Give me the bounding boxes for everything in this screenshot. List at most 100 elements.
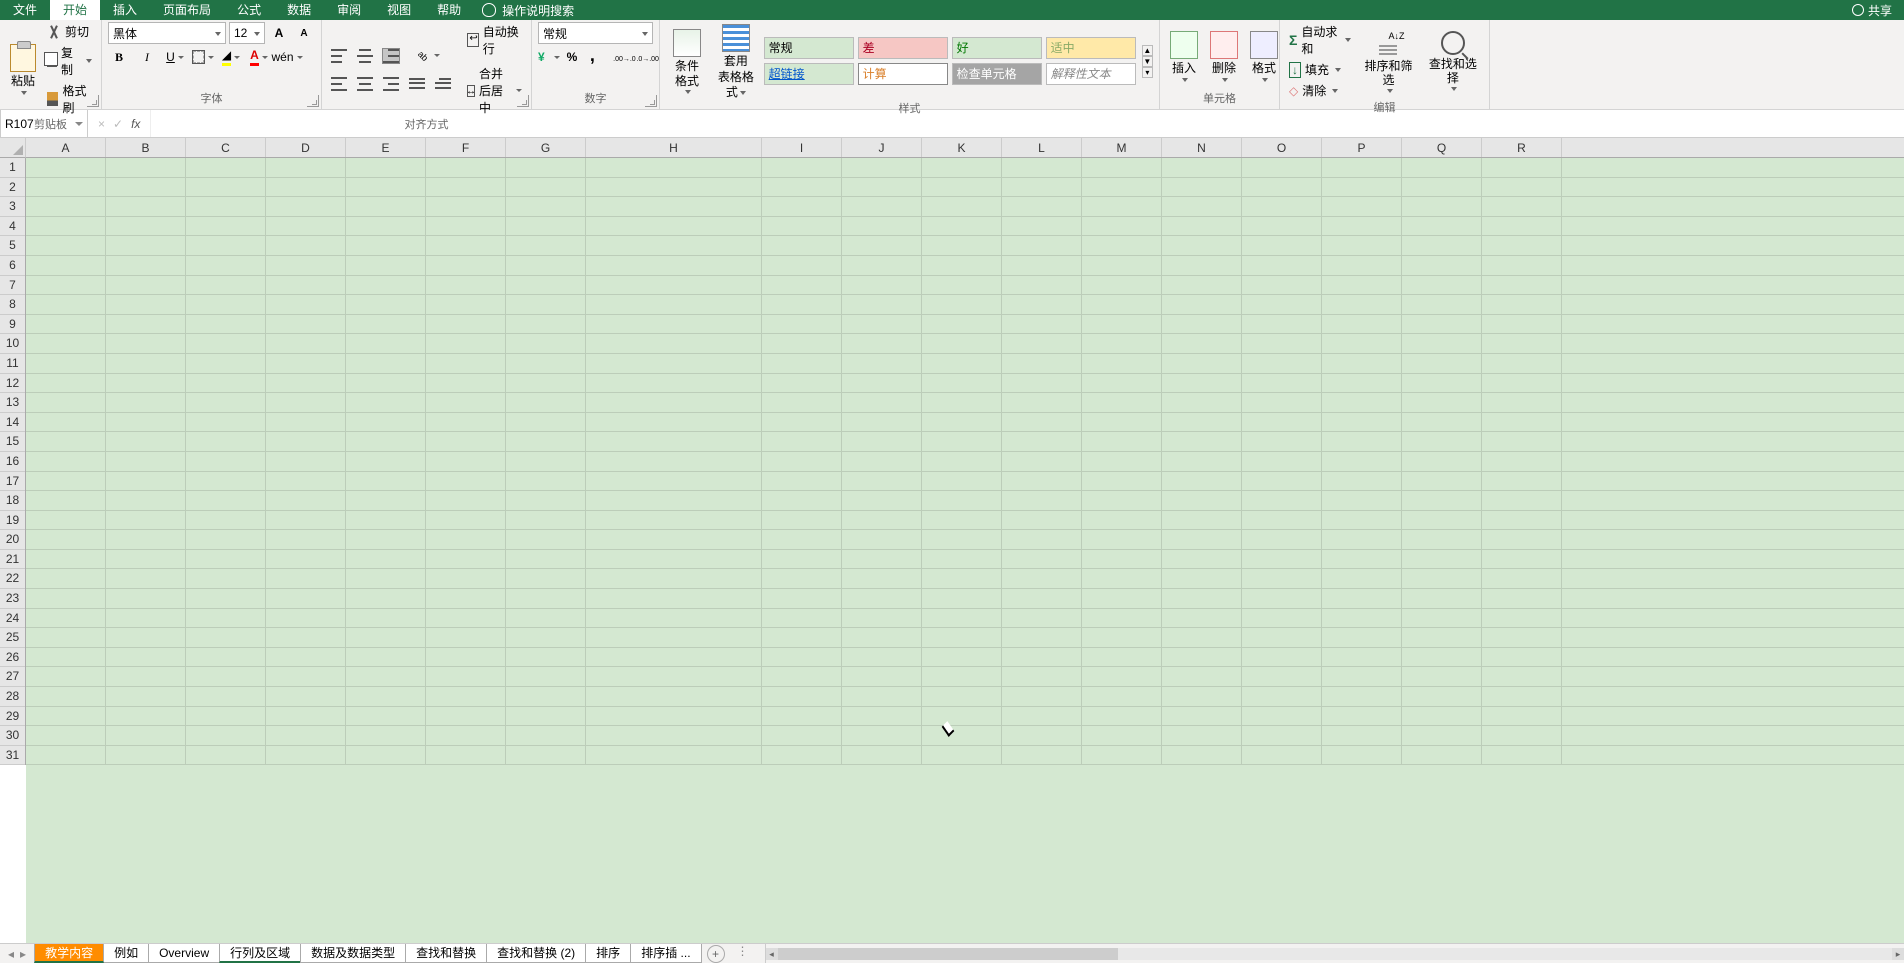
cell-B7[interactable]: [106, 276, 186, 295]
row-header-1[interactable]: 1: [0, 158, 25, 178]
cell-O3[interactable]: [1242, 197, 1322, 216]
tab-page-layout[interactable]: 页面布局: [150, 0, 224, 20]
cell-C5[interactable]: [186, 236, 266, 255]
cell-I1[interactable]: [762, 158, 842, 177]
cell-M29[interactable]: [1082, 707, 1162, 726]
row-header-26[interactable]: 26: [0, 648, 25, 668]
cell-J5[interactable]: [842, 236, 922, 255]
cell-O10[interactable]: [1242, 334, 1322, 353]
cell-B29[interactable]: [106, 707, 186, 726]
cell-H24[interactable]: [586, 609, 762, 628]
cell-K28[interactable]: [922, 687, 1002, 706]
cell-I9[interactable]: [762, 315, 842, 334]
cell-A20[interactable]: [26, 530, 106, 549]
cell-K11[interactable]: [922, 354, 1002, 373]
cell-K15[interactable]: [922, 432, 1002, 451]
cell-P13[interactable]: [1322, 393, 1402, 412]
cell-C27[interactable]: [186, 667, 266, 686]
cell-J21[interactable]: [842, 550, 922, 569]
cell-R23[interactable]: [1482, 589, 1562, 608]
cell-N11[interactable]: [1162, 354, 1242, 373]
cell-A28[interactable]: [26, 687, 106, 706]
cell-H27[interactable]: [586, 667, 762, 686]
cell-Q30[interactable]: [1402, 726, 1482, 745]
column-header-F[interactable]: F: [426, 138, 506, 157]
cell-J1[interactable]: [842, 158, 922, 177]
column-header-C[interactable]: C: [186, 138, 266, 157]
cell-C25[interactable]: [186, 628, 266, 647]
cell-Q11[interactable]: [1402, 354, 1482, 373]
cell-O21[interactable]: [1242, 550, 1322, 569]
cell-M5[interactable]: [1082, 236, 1162, 255]
cell-O15[interactable]: [1242, 432, 1322, 451]
cell-F7[interactable]: [426, 276, 506, 295]
cell-J4[interactable]: [842, 217, 922, 236]
cell-M11[interactable]: [1082, 354, 1162, 373]
cell-A3[interactable]: [26, 197, 106, 216]
cell-G5[interactable]: [506, 236, 586, 255]
cell-O28[interactable]: [1242, 687, 1322, 706]
cell-N30[interactable]: [1162, 726, 1242, 745]
cell-R31[interactable]: [1482, 746, 1562, 765]
cell-D27[interactable]: [266, 667, 346, 686]
cell-E23[interactable]: [346, 589, 426, 608]
cell-H3[interactable]: [586, 197, 762, 216]
tell-me-search[interactable]: 操作说明搜索: [482, 2, 574, 19]
cell-R4[interactable]: [1482, 217, 1562, 236]
cell-R3[interactable]: [1482, 197, 1562, 216]
cell-P5[interactable]: [1322, 236, 1402, 255]
cell-A4[interactable]: [26, 217, 106, 236]
cell-N22[interactable]: [1162, 569, 1242, 588]
cell-R13[interactable]: [1482, 393, 1562, 412]
cell-B26[interactable]: [106, 648, 186, 667]
cell-L24[interactable]: [1002, 609, 1082, 628]
cell-L19[interactable]: [1002, 511, 1082, 530]
cell-B9[interactable]: [106, 315, 186, 334]
cell-O13[interactable]: [1242, 393, 1322, 412]
cell-G2[interactable]: [506, 178, 586, 197]
cell-K26[interactable]: [922, 648, 1002, 667]
cell-M6[interactable]: [1082, 256, 1162, 275]
font-name-combo[interactable]: 黑体: [108, 22, 226, 44]
sheet-nav-prev[interactable]: ◂: [8, 947, 14, 961]
column-header-B[interactable]: B: [106, 138, 186, 157]
cell-O22[interactable]: [1242, 569, 1322, 588]
cell-L12[interactable]: [1002, 374, 1082, 393]
cell-M4[interactable]: [1082, 217, 1162, 236]
sheet-nav-next[interactable]: ▸: [20, 947, 26, 961]
align-center-button[interactable]: [354, 73, 376, 95]
cell-K1[interactable]: [922, 158, 1002, 177]
cell-O5[interactable]: [1242, 236, 1322, 255]
cell-O2[interactable]: [1242, 178, 1322, 197]
conditional-format-button[interactable]: 条件格式: [666, 27, 708, 96]
cell-G23[interactable]: [506, 589, 586, 608]
cell-O30[interactable]: [1242, 726, 1322, 745]
column-header-P[interactable]: P: [1322, 138, 1402, 157]
sheet-tab-4[interactable]: 数据及数据类型: [300, 944, 406, 963]
cell-E9[interactable]: [346, 315, 426, 334]
row-header-2[interactable]: 2: [0, 178, 25, 198]
cell-L2[interactable]: [1002, 178, 1082, 197]
row-header-31[interactable]: 31: [0, 746, 25, 766]
cell-D29[interactable]: [266, 707, 346, 726]
cell-H28[interactable]: [586, 687, 762, 706]
row-header-29[interactable]: 29: [0, 707, 25, 727]
paste-button[interactable]: 粘贴: [6, 42, 40, 96]
cell-G11[interactable]: [506, 354, 586, 373]
cell-C4[interactable]: [186, 217, 266, 236]
cell-K8[interactable]: [922, 295, 1002, 314]
cell-A10[interactable]: [26, 334, 106, 353]
cell-Q12[interactable]: [1402, 374, 1482, 393]
fill-button[interactable]: 填充: [1286, 60, 1354, 79]
cell-P27[interactable]: [1322, 667, 1402, 686]
cell-I19[interactable]: [762, 511, 842, 530]
column-header-Q[interactable]: Q: [1402, 138, 1482, 157]
cell-P4[interactable]: [1322, 217, 1402, 236]
cell-J2[interactable]: [842, 178, 922, 197]
cell-E20[interactable]: [346, 530, 426, 549]
cell-N13[interactable]: [1162, 393, 1242, 412]
cell-I21[interactable]: [762, 550, 842, 569]
cell-L25[interactable]: [1002, 628, 1082, 647]
cell-M13[interactable]: [1082, 393, 1162, 412]
cell-P22[interactable]: [1322, 569, 1402, 588]
